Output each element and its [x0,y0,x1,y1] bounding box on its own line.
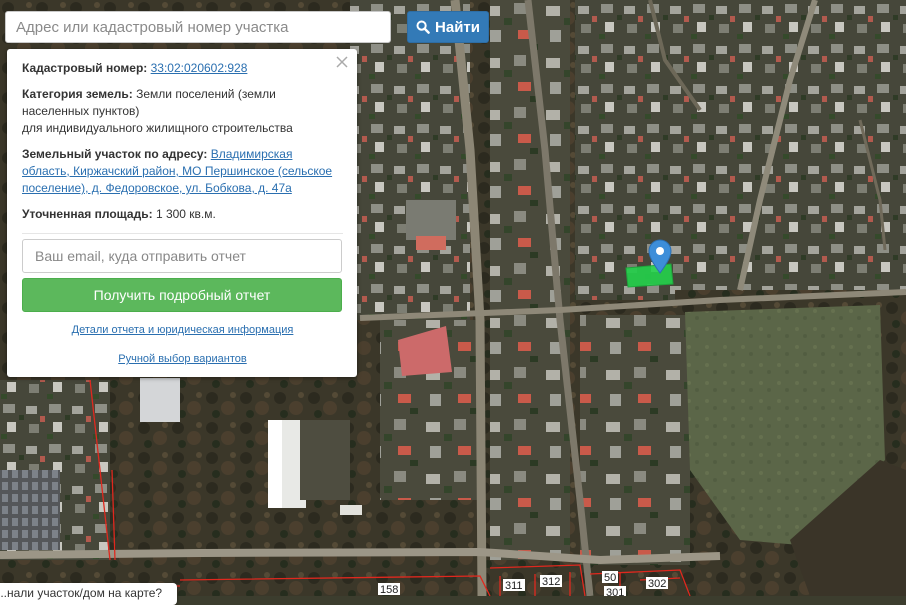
parcel-label: 158 [380,584,398,596]
area-row: Уточненная площадь: 1 300 кв.м. [22,206,343,223]
cadastral-number-row: Кадастровый номер: 33:02:020602:928 [22,60,343,77]
parcel-label: 50 [604,572,616,584]
search-icon [416,20,430,34]
category-label: Категория земель: [22,87,133,101]
area-label: Уточненная площадь: [22,207,153,221]
help-tooltip[interactable]: ...нали участок/дом на карте? [0,583,177,605]
email-field[interactable] [22,239,342,273]
parcel-label: 312 [542,576,560,588]
divider [22,233,343,234]
cadastral-number-link[interactable]: 33:02:020602:928 [151,61,248,75]
get-report-button[interactable]: Получить подробный отчет [22,278,342,312]
address-label: Земельный участок по адресу: [22,147,208,161]
search-input[interactable] [5,11,391,43]
area-value: 1 300 кв.м. [155,207,216,221]
parcel-label: 302 [648,578,666,590]
parcel-label: 311 [505,580,523,592]
cadastral-label: Кадастровый номер: [22,61,148,75]
parcel-info-panel: Кадастровый номер: 33:02:020602:928 Кате… [7,49,357,377]
land-category-row: Категория земель: Земли поселений (земли… [22,86,343,137]
search-button[interactable]: Найти [407,11,489,43]
address-row: Земельный участок по адресу: Владимирска… [22,146,343,197]
category-usage: для индивидуального жилищного строительс… [22,121,293,135]
parcel-label: 301 [606,587,624,596]
highlighted-parcel[interactable] [625,263,674,288]
close-icon[interactable] [334,54,350,70]
report-details-link[interactable]: Детали отчета и юридическая информация [22,322,343,339]
search-button-label: Найти [435,18,480,36]
manual-selection-link[interactable]: Ручной выбор вариантов [22,351,343,368]
